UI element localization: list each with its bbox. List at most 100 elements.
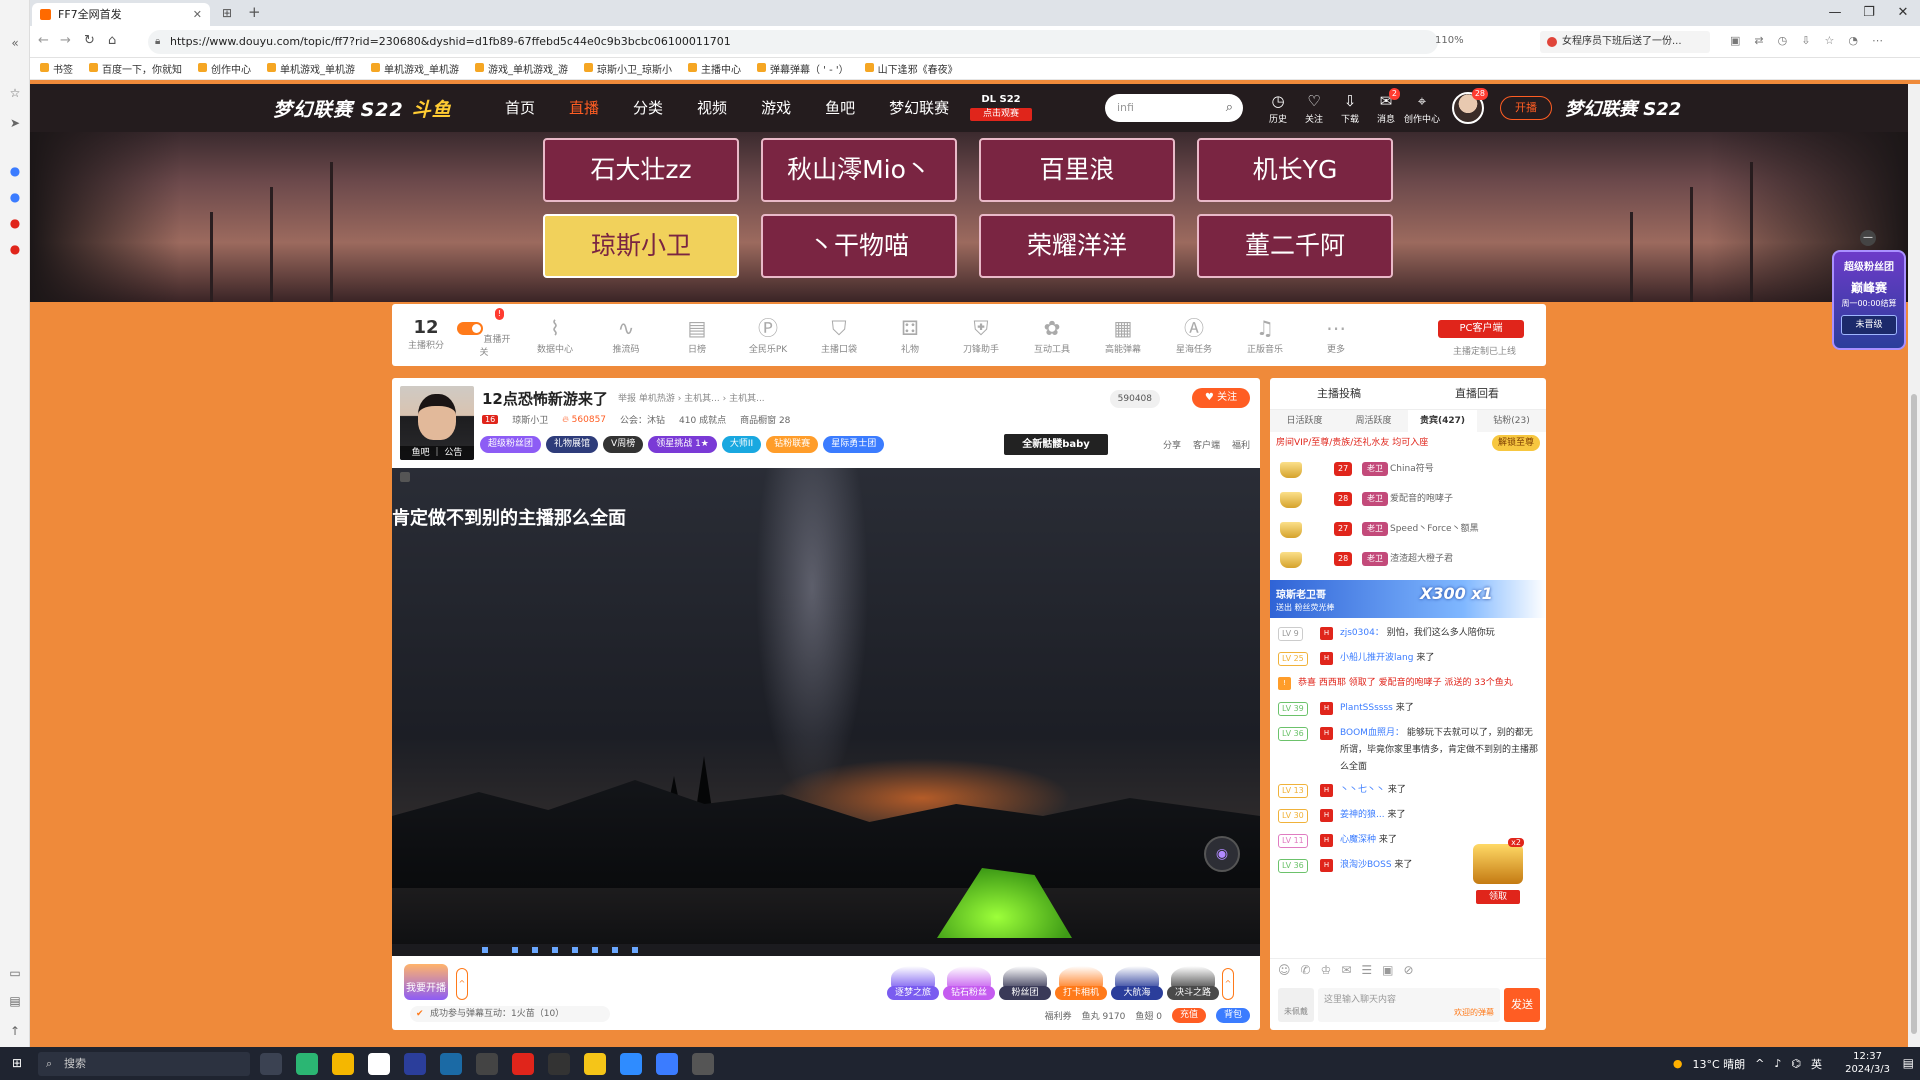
chat-username[interactable]: BOOM血照月：	[1340, 728, 1404, 738]
dream-league-logo[interactable]: 梦幻联赛 S22 斗鱼	[273, 95, 452, 122]
edge-icon[interactable]	[620, 1053, 642, 1075]
trash-icon[interactable]: ▤	[8, 994, 22, 1008]
collapse-icon[interactable]: «	[8, 36, 22, 50]
rank-tab[interactable]: 贵宾(427)	[1408, 410, 1477, 432]
expand-right-icon[interactable]: ^	[1222, 968, 1234, 1000]
guild-text[interactable]: 公会：沐钻	[620, 413, 665, 426]
tool-item[interactable]: ⚃ 礼物	[882, 314, 938, 355]
youdao-icon[interactable]	[512, 1053, 534, 1075]
nav-item[interactable]: 分类	[621, 84, 675, 132]
app-icon[interactable]: ●	[8, 164, 22, 178]
nav-item[interactable]: 首页	[493, 84, 547, 132]
tool-item[interactable]: ▦ 高能弹幕	[1095, 314, 1151, 355]
shop-window-text[interactable]: 商品橱窗 28	[740, 413, 790, 426]
megaphone-icon[interactable]: ✆	[1301, 963, 1311, 977]
skull-baby-badge[interactable]: 全新骷髅baby	[1004, 434, 1108, 455]
tool-item[interactable]: Ⓟ 全民乐PK	[740, 314, 796, 355]
gift-icon[interactable]: ✉	[1341, 963, 1351, 977]
header-search-input[interactable]: infi ⌕	[1105, 94, 1243, 122]
app-icon[interactable]: ●	[8, 242, 22, 256]
star-icon[interactable]: ☆	[8, 86, 22, 100]
upload-icon[interactable]: ↑	[8, 1024, 22, 1038]
share-item[interactable]: 客户端	[1193, 438, 1220, 451]
banner-streamer-button[interactable]: 荣耀洋洋	[979, 214, 1175, 278]
close-widget-icon[interactable]: —	[1860, 230, 1876, 246]
tool-item[interactable]: ∿ 推流码	[598, 314, 654, 355]
tool-item[interactable]: Ⓐ 星海任务	[1166, 314, 1222, 355]
send-icon[interactable]: ➤	[8, 116, 22, 130]
folder-icon[interactable]	[332, 1053, 354, 1075]
go-live-button[interactable]: 开播	[1500, 96, 1552, 120]
rank-tab[interactable]: 钻粉(23)	[1477, 410, 1546, 432]
bookmark-item[interactable]: 游戏_单机游戏_游	[475, 61, 568, 76]
gift-item[interactable]: 决斗之路	[1167, 966, 1219, 1000]
treasure-box[interactable]: x2 领取	[1470, 838, 1526, 910]
chat-top-tab[interactable]: 直播回看	[1408, 378, 1546, 409]
taskbar-search[interactable]: 搜索	[38, 1052, 250, 1076]
extension-icon[interactable]: ▣	[1730, 34, 1740, 47]
history-icon[interactable]: ◷	[1778, 34, 1788, 47]
pc-client-button[interactable]: PC客户端	[1438, 320, 1524, 338]
banner-streamer-button[interactable]: 机长YG	[1197, 138, 1393, 202]
chrome-icon[interactable]	[368, 1053, 390, 1075]
chat-message[interactable]: ! 恭喜 西西耶 领取了 爱配音的咆哮子 派送的 33个鱼丸	[1270, 672, 1546, 697]
notification-icon[interactable]: ▤	[1903, 1056, 1914, 1070]
reload-icon[interactable]: ↻	[84, 33, 95, 48]
room-tag[interactable]: V周榜	[603, 436, 644, 453]
user-avatar[interactable]: 28	[1452, 88, 1488, 124]
banner-streamer-button[interactable]: 琼斯小卫	[543, 214, 739, 278]
claim-button[interactable]: 领取	[1476, 890, 1520, 904]
super-fan-widget[interactable]: 超级粉丝团 巅峰赛 周一00:00结算 未晋级	[1832, 250, 1906, 350]
chat-message[interactable]: LV 25 H 小船儿推开波lang 来了	[1270, 647, 1546, 672]
scrollbar-thumb[interactable]	[1911, 394, 1917, 1034]
gift-item[interactable]: 粉丝团	[999, 966, 1051, 1000]
toggle-icon[interactable]	[457, 322, 484, 335]
follow-button[interactable]: ♥ 关注	[1192, 388, 1250, 408]
backpack-button[interactable]: 背包	[1215, 1008, 1250, 1023]
gift-item[interactable]: 大航海	[1111, 966, 1163, 1000]
box-icon[interactable]: ▣	[1382, 963, 1393, 977]
share-item[interactable]: 福利	[1232, 438, 1250, 451]
chat-input[interactable]: 这里输入聊天内容 欢迎的弹幕	[1318, 988, 1500, 1022]
tray-arrow-icon[interactable]: ^	[1755, 1057, 1764, 1070]
tool-item[interactable]: ⋯ 更多	[1308, 314, 1364, 355]
tool-item[interactable]: ▤ 日榜	[669, 314, 725, 355]
rank-row[interactable]: 27 老卫 China符号	[1270, 454, 1546, 484]
zoom-level[interactable]: 110%	[1435, 35, 1464, 46]
noble-badge[interactable]: 未佩戴	[1278, 988, 1314, 1022]
rank-tab[interactable]: 周活跃度	[1339, 410, 1408, 432]
bookmark-item[interactable]: 山下逢邪《春夜》	[864, 61, 958, 76]
input-language[interactable]: 英	[1811, 1056, 1822, 1072]
close-tab-icon[interactable]: ✕	[193, 3, 202, 26]
volume-icon[interactable]: ♪	[1774, 1057, 1781, 1070]
app-icon[interactable]	[692, 1053, 714, 1075]
extension-ad[interactable]: 女程序员下班后送了一份...	[1540, 31, 1710, 53]
app-icon[interactable]	[656, 1053, 678, 1075]
app-icon[interactable]: ●	[8, 190, 22, 204]
nav-item[interactable]: 游戏	[749, 84, 803, 132]
room-tag[interactable]: 礼物展馆	[546, 436, 599, 453]
header-icon-button[interactable]: ⇩ 下载	[1332, 90, 1368, 125]
gift-item[interactable]: 钻石粉丝	[943, 966, 995, 1000]
chat-message[interactable]: LV 36 H BOOM血照月： 能够玩下去就可以了，别的都无所谓，毕竟你家里事情多…	[1270, 722, 1546, 779]
clock[interactable]: 12:37 2024/3/3	[1845, 1050, 1890, 1076]
room-tag[interactable]: 星际勇士团	[823, 436, 885, 453]
tab-grid-icon[interactable]: ⊞	[222, 6, 232, 20]
chat-username[interactable]: 心魔深种	[1340, 835, 1376, 845]
tool-item[interactable]: ⌇ 数据中心	[527, 314, 583, 355]
expand-left-icon[interactable]: ^	[456, 968, 468, 1000]
streamer-avatar[interactable]: 鱼吧 ｜ 公告	[400, 386, 474, 460]
charge-button[interactable]: 充值	[1171, 1008, 1206, 1023]
steam-icon[interactable]	[440, 1053, 462, 1075]
chat-message[interactable]: LV 13 H 丶丶七丶丶 来了	[1270, 779, 1546, 804]
back-icon[interactable]: ←	[38, 33, 49, 48]
bookmark-item[interactable]: 创作中心	[198, 61, 251, 76]
bookmark-item[interactable]: 书签	[40, 61, 73, 76]
app-icon[interactable]	[584, 1053, 606, 1075]
block-icon[interactable]: ⊘	[1404, 963, 1414, 977]
room-tag[interactable]: 钻粉联赛	[766, 436, 819, 453]
room-tag[interactable]: 超级粉丝团	[480, 436, 542, 453]
chat-username[interactable]: PlantSSssss	[1340, 703, 1393, 713]
banner-streamer-button[interactable]: 秋山澪Mio丶	[761, 138, 957, 202]
chat-username[interactable]: 姜神的狼...	[1340, 810, 1385, 820]
